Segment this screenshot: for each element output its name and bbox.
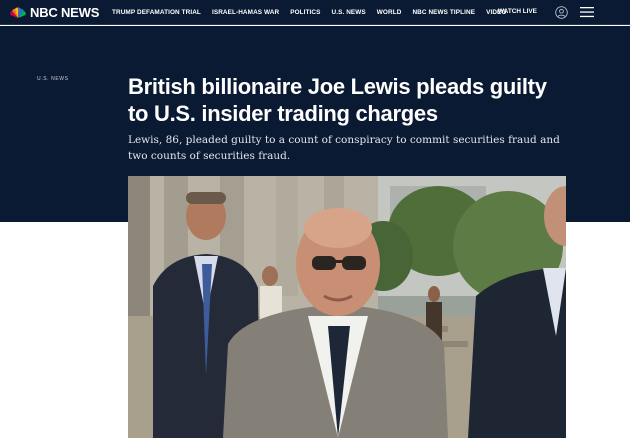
article-dek: Lewis, 86, pleaded guilty to a count of …: [128, 134, 560, 162]
article-headline: British billionaire Joe Lewis pleads gui…: [128, 74, 547, 126]
brand-name: NBC NEWS: [30, 5, 100, 20]
nav-link-politics[interactable]: POLITICS: [290, 9, 320, 16]
peacock-icon: [10, 7, 26, 19]
lead-photo: [128, 176, 566, 438]
main-nav-links: TRUMP DEFAMATION TRIAL ISRAEL-HAMAS WAR …: [112, 0, 518, 25]
nav-link-world[interactable]: WORLD: [377, 9, 402, 16]
nbc-news-logo[interactable]: NBC NEWS: [10, 5, 99, 21]
nav-link-nbc-news-tipline[interactable]: NBC NEWS TIPLINE: [412, 9, 475, 16]
nav-link-us-news[interactable]: U.S. NEWS: [332, 9, 366, 16]
watch-live-button[interactable]: WATCH LIVE: [498, 8, 537, 15]
nav-link-trump-defamation-trial[interactable]: TRUMP DEFAMATION TRIAL: [112, 9, 201, 16]
section-label[interactable]: U.S. NEWS: [37, 76, 69, 82]
hamburger-menu-icon[interactable]: [580, 6, 594, 18]
top-nav: NBC NEWS TRUMP DEFAMATION TRIAL ISRAEL-H…: [0, 0, 630, 25]
user-circle-icon[interactable]: [555, 6, 568, 19]
nav-link-israel-hamas-war[interactable]: ISRAEL-HAMAS WAR: [212, 9, 279, 16]
